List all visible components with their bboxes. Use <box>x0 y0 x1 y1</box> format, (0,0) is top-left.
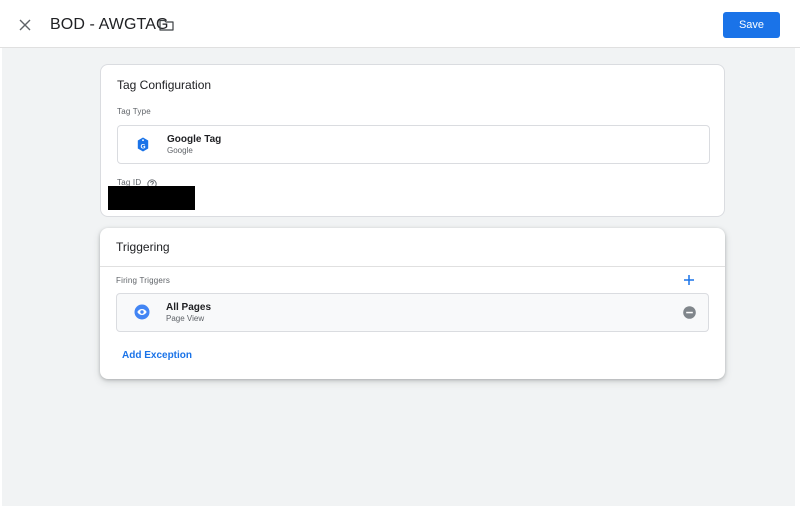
divider <box>100 266 725 267</box>
tag-title[interactable]: BOD - AWGTAG <box>50 16 169 34</box>
tag-type-label: Tag Type <box>117 107 151 116</box>
tag-type-row[interactable]: G Google Tag Google <box>117 125 710 164</box>
tag-type-name: Google Tag <box>167 134 222 145</box>
remove-circle-icon <box>683 306 696 319</box>
triggering-card[interactable]: Triggering Firing Triggers All Pages Pag… <box>100 228 725 379</box>
trigger-row[interactable]: All Pages Page View <box>116 293 709 332</box>
firing-triggers-label: Firing Triggers <box>116 276 171 285</box>
add-exception-link[interactable]: Add Exception <box>122 350 192 361</box>
folder-icon <box>158 19 174 31</box>
close-button[interactable] <box>14 14 36 36</box>
left-edge <box>0 48 2 506</box>
eye-icon <box>133 303 151 321</box>
tag-type-vendor: Google <box>167 146 193 155</box>
save-button[interactable]: Save <box>723 12 780 38</box>
svg-text:G: G <box>140 143 145 150</box>
remove-trigger-button[interactable] <box>683 306 696 319</box>
trigger-name: All Pages <box>166 302 212 313</box>
top-bar: BOD - AWGTAG Save <box>0 0 800 48</box>
add-trigger-button[interactable] <box>681 272 697 288</box>
tag-id-redacted <box>108 186 195 210</box>
plus-icon <box>684 275 694 285</box>
folder-button[interactable] <box>157 16 175 34</box>
card-title: Tag Configuration <box>117 78 212 92</box>
trigger-type: Page View <box>166 314 205 323</box>
right-edge <box>795 48 800 506</box>
tag-configuration-card[interactable]: Tag Configuration Tag Type G Google Tag … <box>100 64 725 217</box>
google-tag-icon: G <box>134 135 152 153</box>
card-title: Triggering <box>116 240 170 254</box>
close-icon <box>19 19 31 31</box>
